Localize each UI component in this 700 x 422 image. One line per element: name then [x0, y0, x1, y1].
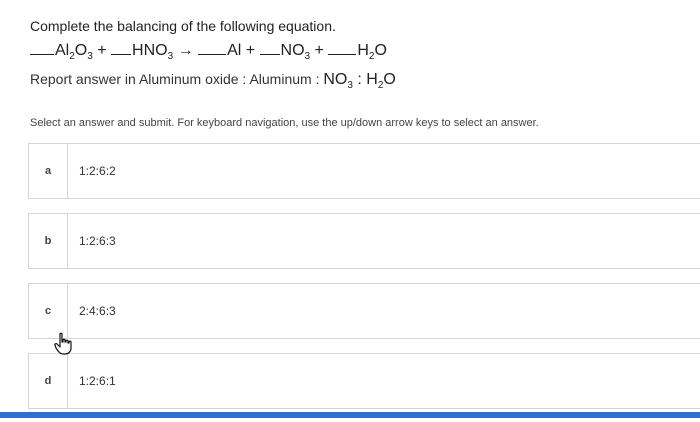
hand-pointer-icon	[53, 332, 75, 356]
report-prefix: Report answer in Aluminum oxide : Alumin…	[30, 71, 324, 87]
blank-5	[328, 42, 357, 55]
question-title: Complete the balancing of the following …	[30, 18, 336, 34]
eq-term2: HNO	[132, 42, 168, 59]
report-no3: NO	[323, 71, 348, 88]
blank-1	[30, 42, 54, 55]
option-d[interactable]: d 1:2:6:1	[28, 353, 700, 409]
option-text: 1:2:6:3	[79, 234, 116, 248]
option-letter: a	[29, 144, 68, 198]
option-b[interactable]: b 1:2:6:3	[28, 213, 700, 269]
option-letter: c	[29, 284, 68, 338]
option-text: 2:4:6:3	[79, 304, 116, 318]
question-page: Complete the balancing of the following …	[0, 0, 700, 422]
eq-plus2: +	[241, 42, 260, 59]
blank-4	[259, 42, 280, 55]
report-instruction: Report answer in Aluminum oxide : Alumin…	[30, 71, 396, 91]
eq-term5: H	[357, 42, 369, 59]
report-ratio: NO3 : H2O	[323, 71, 396, 91]
eq-arrow: →	[173, 42, 199, 59]
option-letter: d	[29, 354, 68, 408]
report-sep: :	[352, 71, 367, 88]
bottom-accent-bar	[0, 412, 700, 418]
eq-plus1: +	[92, 42, 112, 59]
report-h: H	[366, 71, 378, 88]
answer-instruction: Select an answer and submit. For keyboar…	[30, 117, 539, 129]
eq-plus3: +	[310, 42, 329, 59]
eq-term3: Al	[227, 42, 242, 59]
eq-term5-end: O	[374, 42, 387, 59]
chemical-equation: Al2O3 + HNO3 → Al + NO3 + H2O	[30, 42, 387, 62]
report-o: O	[383, 71, 396, 88]
option-letter: b	[29, 214, 68, 268]
blank-3	[198, 42, 227, 55]
eq-term1-mid: O	[74, 42, 88, 59]
option-a[interactable]: a 1:2:6:2	[28, 143, 700, 199]
option-text: 1:2:6:1	[79, 374, 116, 388]
eq-term4: NO	[280, 42, 305, 59]
eq-term1: Al	[55, 42, 70, 59]
option-c[interactable]: c 2:4:6:3	[28, 283, 700, 339]
blank-2	[111, 42, 132, 55]
answer-options: a 1:2:6:2 b 1:2:6:3 c 2:4:6:3 d 1:2:6:1	[28, 143, 700, 422]
option-text: 1:2:6:2	[79, 164, 116, 178]
